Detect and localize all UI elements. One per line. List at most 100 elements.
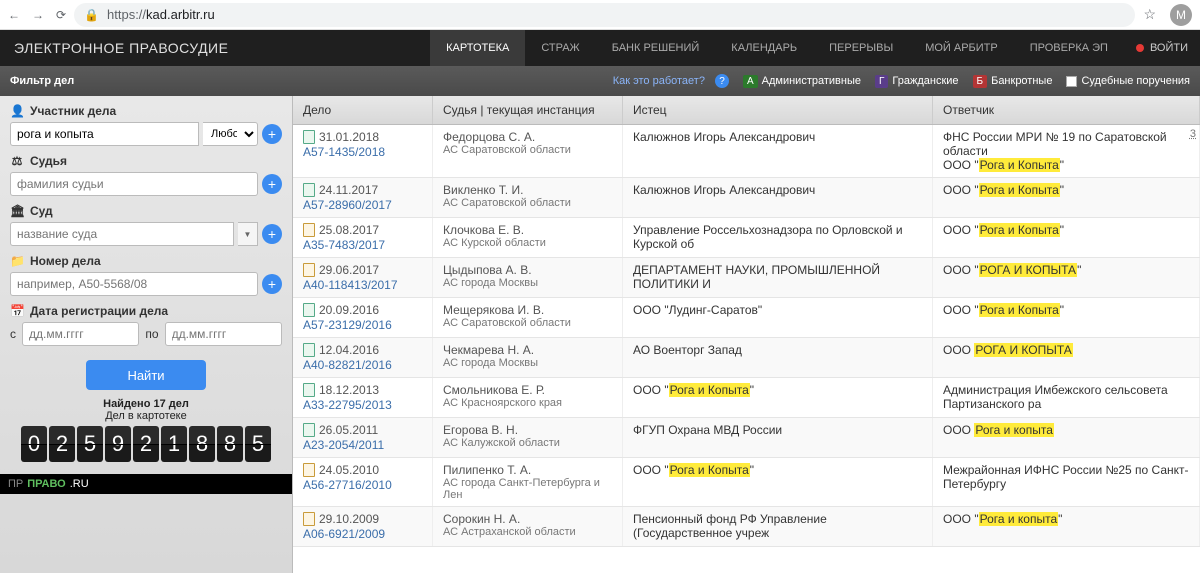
login-button[interactable]: ВОЙТИ xyxy=(1124,30,1200,66)
judge-label: Судья xyxy=(30,154,67,168)
case-number-label: Номер дела xyxy=(30,254,101,268)
url-text: https://kad.arbitr.ru xyxy=(107,7,215,22)
judge-name: Пилипенко Т. А. xyxy=(443,463,612,477)
judge-input[interactable] xyxy=(10,172,258,196)
back-icon[interactable]: ← xyxy=(8,8,20,22)
how-it-works[interactable]: Как это работает? ? xyxy=(613,74,729,88)
status-dot-icon xyxy=(1136,44,1144,52)
judge-name: Сорокин Н. А. xyxy=(443,512,612,526)
case-number-link[interactable]: А35-7483/2017 xyxy=(303,238,422,252)
judge-name: Федорцова С. А. xyxy=(443,130,612,144)
found-count: Найдено 17 дел xyxy=(10,398,282,410)
table-row[interactable]: 12.04.2016А40-82821/2016 Чекмарева Н. А. А… xyxy=(293,338,1200,378)
case-number-link[interactable]: А57-28960/2017 xyxy=(303,198,422,212)
court-name: АС Калужской области xyxy=(443,437,612,449)
col-judge[interactable]: Судья | текущая инстанция xyxy=(433,96,623,124)
add-participant-button[interactable]: + xyxy=(262,124,282,144)
plaintiff-cell: Пенсионный фонд РФ Управление (Государст… xyxy=(623,507,933,546)
case-type-icon xyxy=(303,423,315,437)
col-defendant[interactable]: Ответчик xyxy=(933,96,1200,124)
table-row[interactable]: 24.05.2010А56-27716/2010Пилипенко Т. А.А… xyxy=(293,458,1200,507)
reload-icon[interactable]: ⟳ xyxy=(56,8,66,22)
case-number-link[interactable]: А40-82821/2016 xyxy=(303,358,422,372)
court-input[interactable] xyxy=(10,222,234,246)
defendant-cell: ООО РОГА И КОПЫТА xyxy=(933,338,1200,377)
table-row[interactable]: 31.01.2018А57-1435/2018Федорцова С. А.АС… xyxy=(293,125,1200,178)
case-number-link[interactable]: А33-22795/2013 xyxy=(303,398,422,412)
folder-icon: 📁 xyxy=(10,254,24,268)
add-judge-button[interactable]: + xyxy=(262,174,282,194)
add-court-button[interactable]: + xyxy=(262,224,282,244)
sidebar: 👤Участник дела Любой + ⚖Судья + 🏛Суд ▼ + xyxy=(0,96,293,573)
tab-calendar[interactable]: КАЛЕНДАРЬ xyxy=(715,30,813,66)
court-name: АС Саратовской области xyxy=(443,317,612,329)
case-number-link[interactable]: А23-2054/2011 xyxy=(303,438,422,452)
case-number-link[interactable]: А57-1435/2018 xyxy=(303,145,422,159)
court-dropdown-icon[interactable]: ▼ xyxy=(238,222,258,246)
date-from-input[interactable] xyxy=(22,322,139,346)
table-row[interactable]: 26.05.2011А23-2054/2011Егорова В. Н.АС К… xyxy=(293,418,1200,458)
url-bar[interactable]: 🔒 https://kad.arbitr.ru xyxy=(74,3,1135,27)
table-row[interactable]: 24.11.2017А57-28960/2017Викленко Т. И.АС… xyxy=(293,178,1200,218)
tab-breaks[interactable]: ПЕРЕРЫВЫ xyxy=(813,30,909,66)
case-number-input[interactable] xyxy=(10,272,258,296)
filter-admin[interactable]: ААдминистративные xyxy=(743,75,861,88)
pravo-footer[interactable]: ПРПРАВО.RU xyxy=(0,474,292,494)
case-number-link[interactable]: А57-23129/2016 xyxy=(303,318,422,332)
column-count-badge[interactable]: 3 xyxy=(1190,128,1196,140)
plaintiff-cell: ООО "Лудинг-Саратов" xyxy=(623,298,933,337)
avatar[interactable]: M xyxy=(1170,4,1192,26)
plaintiff-cell: Калюжнов Игорь Александрович xyxy=(623,125,933,177)
table-row[interactable]: 29.10.2009А06-6921/2009Сорокин Н. А.АС А… xyxy=(293,507,1200,547)
col-case[interactable]: Дело xyxy=(293,96,433,124)
help-icon: ? xyxy=(715,74,729,88)
judge-name: Чекмарева Н. А. xyxy=(443,343,612,357)
date-label: Дата регистрации дела xyxy=(30,304,168,318)
nav-tabs: КАРТОТЕКА СТРАЖ БАНК РЕШЕНИЙ КАЛЕНДАРЬ П… xyxy=(430,30,1124,66)
table-row[interactable]: 20.09.2016А57-23129/2016Мещерякова И. В.… xyxy=(293,298,1200,338)
filter-civil[interactable]: ГГражданские xyxy=(875,75,959,88)
case-type-icon xyxy=(303,383,315,397)
date-to-input[interactable] xyxy=(165,322,282,346)
case-number-link[interactable]: А40-118413/2017 xyxy=(303,278,422,292)
results-table: Дело Судья | текущая инстанция Истец Отв… xyxy=(293,96,1200,573)
gavel-icon: ⚖ xyxy=(10,154,24,168)
defendant-cell: ООО "РОГА И КОПЫТА" xyxy=(933,258,1200,297)
filter-assignments[interactable]: Судебные поручения xyxy=(1066,75,1190,87)
plaintiff-cell: АО Военторг Запад xyxy=(623,338,933,377)
plaintiff-cell: Калюжнов Игорь Александрович xyxy=(623,178,933,217)
case-date: 26.05.2011 xyxy=(319,423,378,437)
forward-icon[interactable]: → xyxy=(32,8,44,22)
case-date: 29.06.2017 xyxy=(319,263,379,277)
case-date: 12.04.2016 xyxy=(319,343,379,357)
case-type-icon xyxy=(303,303,315,317)
court-name: АС города Москвы xyxy=(443,277,612,289)
case-type-icon xyxy=(303,343,315,357)
building-icon: 🏛 xyxy=(10,204,24,218)
participant-type-select[interactable]: Любой xyxy=(203,122,258,146)
bookmark-icon[interactable]: ☆ xyxy=(1143,6,1156,23)
case-type-icon xyxy=(303,223,315,237)
add-case-button[interactable]: + xyxy=(262,274,282,294)
case-date: 18.12.2013 xyxy=(319,383,379,397)
court-name: АС Курской области xyxy=(443,237,612,249)
participant-input[interactable] xyxy=(10,122,199,146)
table-row[interactable]: 25.08.2017А35-7483/2017Клочкова Е. В.АС … xyxy=(293,218,1200,258)
tab-check[interactable]: ПРОВЕРКА ЭП xyxy=(1014,30,1124,66)
case-number-link[interactable]: А06-6921/2009 xyxy=(303,527,422,541)
table-row[interactable]: 29.06.2017А40-118413/2017Цыдыпова А. В.А… xyxy=(293,258,1200,298)
defendant-cell: ФНС России МРИ № 19 по Саратовской облас… xyxy=(933,125,1200,177)
table-row[interactable]: 18.12.2013А33-22795/2013Смольникова Е. Р… xyxy=(293,378,1200,418)
tab-strazh[interactable]: СТРАЖ xyxy=(525,30,595,66)
case-date: 24.05.2010 xyxy=(319,463,379,477)
tab-kartoteka[interactable]: КАРТОТЕКА xyxy=(430,30,525,66)
tab-bank[interactable]: БАНК РЕШЕНИЙ xyxy=(596,30,716,66)
col-plaintiff[interactable]: Истец xyxy=(623,96,933,124)
plaintiff-cell: ООО "Рога и Копыта" xyxy=(623,378,933,417)
find-button[interactable]: Найти xyxy=(86,360,206,390)
case-type-icon xyxy=(303,130,315,144)
case-number-link[interactable]: А56-27716/2010 xyxy=(303,478,422,492)
filter-bankrupt[interactable]: ББанкротные xyxy=(973,75,1053,88)
case-date: 31.01.2018 xyxy=(319,130,379,144)
tab-myarbitr[interactable]: МОЙ АРБИТР xyxy=(909,30,1014,66)
